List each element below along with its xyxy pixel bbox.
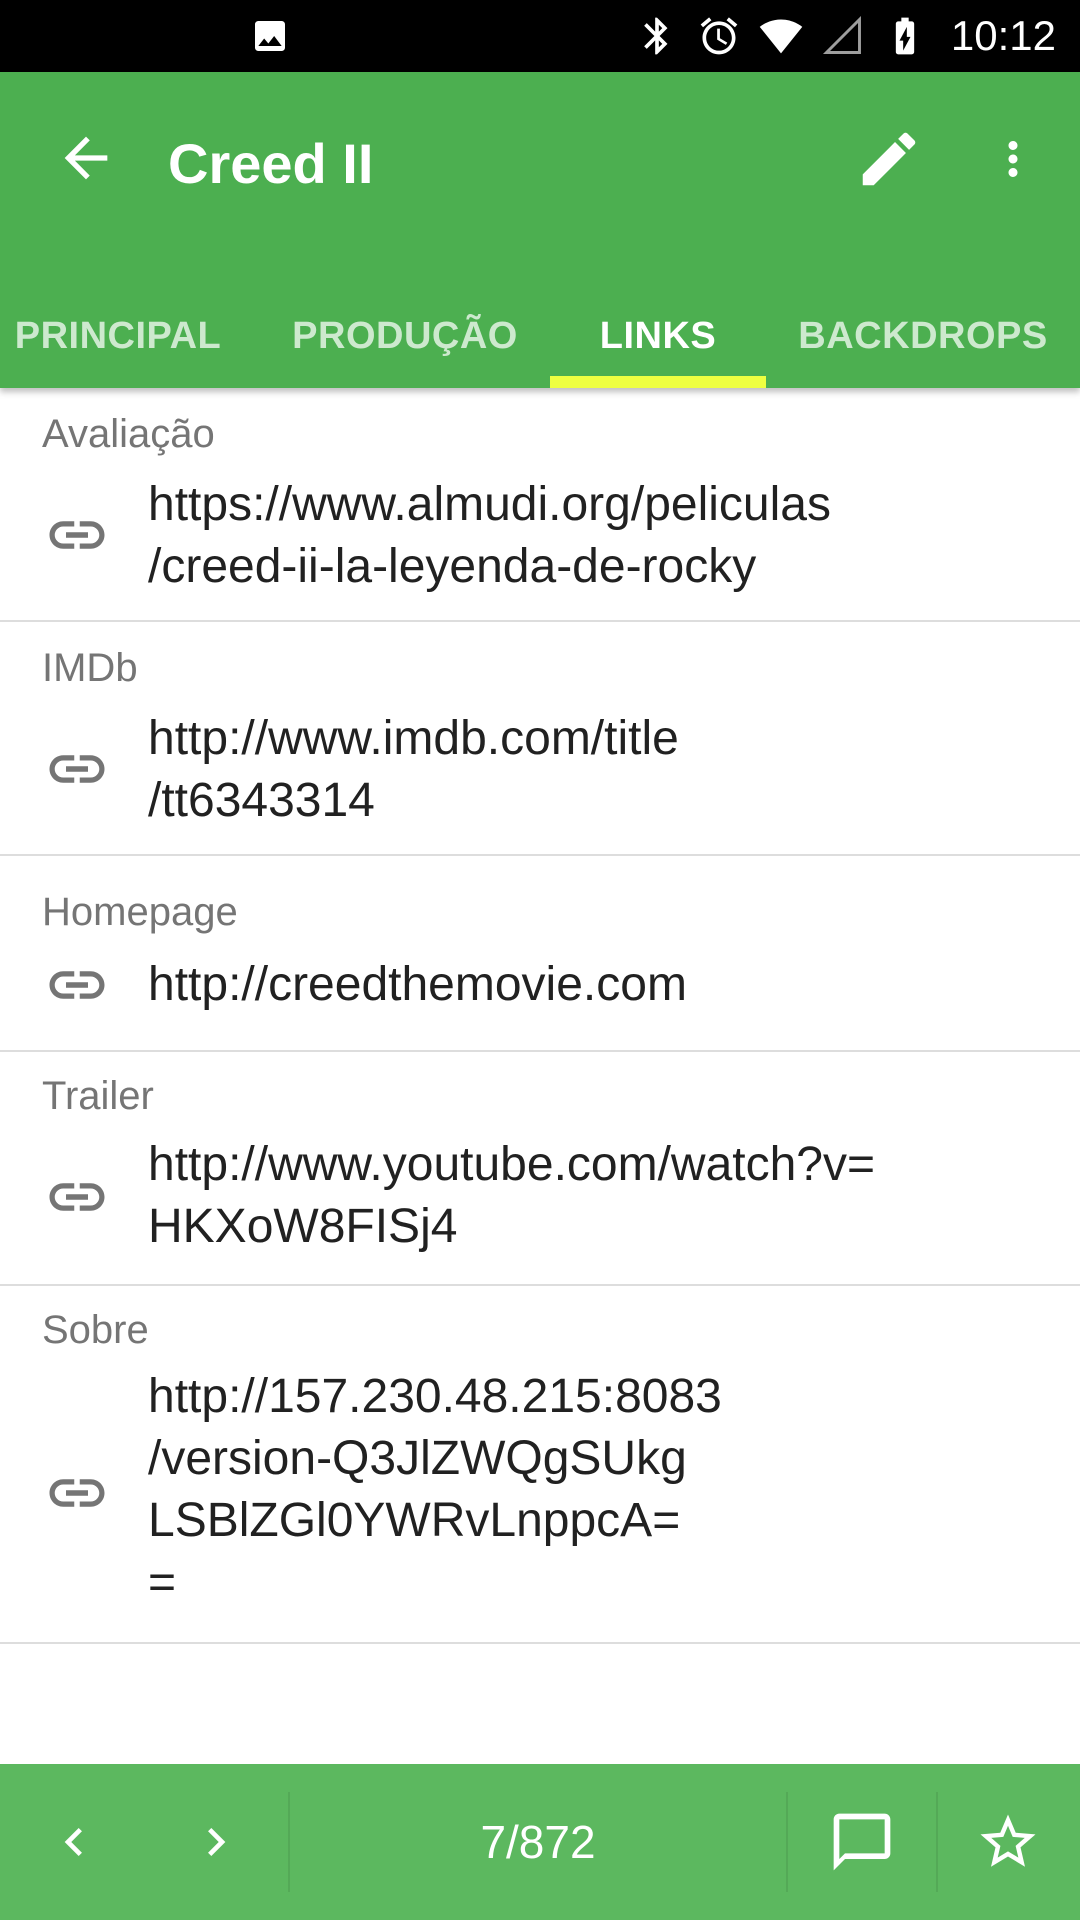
link-icon xyxy=(49,1183,105,1211)
link-icon xyxy=(49,1479,105,1507)
link-url[interactable]: http://creedthemovie.com xyxy=(148,954,1028,1016)
link-label: Avaliação xyxy=(42,412,215,456)
list-item-avaliacao[interactable]: Avaliação https://www.almudi.org/pelicul… xyxy=(0,388,1080,622)
link-label: Homepage xyxy=(42,890,238,934)
link-url[interactable]: http://157.230.48.215:8083 /version-Q3Jl… xyxy=(148,1366,1028,1614)
link-icon xyxy=(49,971,105,999)
chevron-left-icon xyxy=(64,1828,82,1856)
page-counter: 7/872 xyxy=(480,1816,596,1868)
tab-backdrops[interactable]: BACKDROPS xyxy=(790,284,1056,388)
alarm-icon xyxy=(700,17,738,55)
image-icon xyxy=(255,21,285,51)
list-item-sobre[interactable]: Sobre http://157.230.48.215:8083 /versio… xyxy=(0,1286,1080,1644)
link-label: Trailer xyxy=(42,1074,154,1118)
tab-links[interactable]: LINKS xyxy=(550,284,766,388)
previous-button[interactable] xyxy=(24,1764,124,1920)
chevron-right-icon xyxy=(208,1828,226,1856)
link-url[interactable]: https://www.almudi.org/peliculas /creed-… xyxy=(148,474,1028,598)
bluetooth-icon xyxy=(644,17,668,55)
signal-icon xyxy=(822,15,861,54)
battery-charging-icon xyxy=(895,17,915,55)
bottom-bar: 7/872 xyxy=(0,1764,1080,1920)
divider xyxy=(936,1792,938,1892)
status-bar: 10:12 xyxy=(0,0,1080,72)
status-time: 10:12 xyxy=(950,12,1056,59)
more-vert-icon[interactable] xyxy=(986,124,1040,194)
comment-icon xyxy=(833,1813,891,1871)
favorite-button[interactable] xyxy=(956,1764,1060,1920)
page-title: Creed II xyxy=(168,132,374,195)
next-button[interactable] xyxy=(166,1764,266,1920)
edit-pencil-icon[interactable] xyxy=(854,124,924,194)
link-url[interactable]: http://www.imdb.com/title /tt6343314 xyxy=(148,708,1028,832)
link-icon xyxy=(49,755,105,783)
link-url[interactable]: http://www.youtube.com/watch?v= HKXoW8FI… xyxy=(148,1134,1028,1258)
star-outline-icon xyxy=(980,1814,1036,1867)
links-list: Avaliação https://www.almudi.org/pelicul… xyxy=(0,388,1080,1644)
tab-bar: PRINCIPAL PRODUÇÃO LINKS BACKDROPS xyxy=(0,284,1080,388)
link-label: Sobre xyxy=(42,1308,149,1352)
list-item-trailer[interactable]: Trailer http://www.youtube.com/watch?v= … xyxy=(0,1052,1080,1286)
back-arrow-icon[interactable] xyxy=(54,126,118,190)
app-bar: Creed II PRINCIPAL PRODUÇÃO LINKS BACKDR… xyxy=(0,72,1080,388)
tab-indicator xyxy=(550,376,766,388)
list-item-imdb[interactable]: IMDb http://www.imdb.com/title /tt634331… xyxy=(0,622,1080,856)
wifi-icon xyxy=(759,19,803,54)
list-item-homepage[interactable]: Homepage http://creedthemovie.com xyxy=(0,856,1080,1052)
divider xyxy=(786,1792,788,1892)
tab-principal[interactable]: PRINCIPAL xyxy=(0,284,236,388)
comment-button[interactable] xyxy=(810,1764,914,1920)
link-label: IMDb xyxy=(42,646,138,690)
link-icon xyxy=(49,521,105,549)
tab-producao[interactable]: PRODUÇÃO xyxy=(280,284,530,388)
